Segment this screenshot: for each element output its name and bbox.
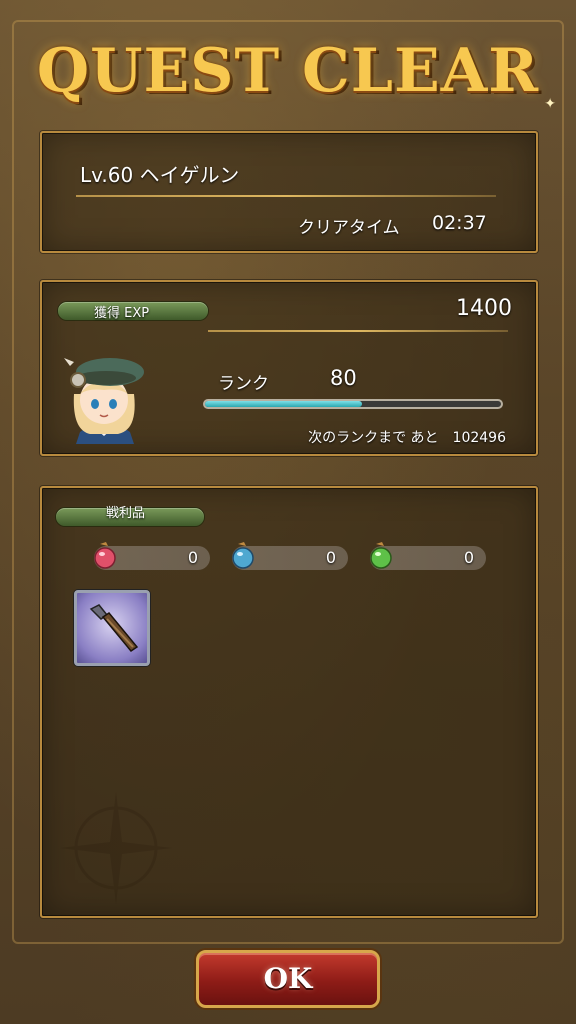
divider	[208, 330, 508, 332]
rank-label: ランク	[218, 374, 269, 394]
exp-panel: 獲得 EXP 1400 ランク 80 次のランクまで あと 102496	[40, 280, 538, 456]
loot-label: 戦利品	[106, 506, 146, 521]
clear-time-label: クリアタイム	[298, 218, 400, 238]
red-gem-count: 0	[187, 548, 198, 567]
rank-value: 80	[330, 366, 357, 390]
rank-progress-bar	[203, 399, 503, 409]
sparkle-icon: ✦	[544, 96, 556, 112]
loot-panel: 戦利品 0 0 0	[40, 486, 538, 918]
green-gem-icon	[370, 542, 392, 569]
rank-progress-fill	[205, 401, 362, 407]
exp-label: 獲得 EXP	[94, 306, 150, 321]
clear-time-value: 02:37	[432, 212, 487, 234]
dagger-icon	[89, 604, 139, 653]
ok-button[interactable]: OK	[196, 950, 380, 1008]
quest-name: Lv.60 ヘイゲルン	[80, 163, 240, 187]
compass-icon	[60, 792, 172, 904]
next-rank-text: 次のランクまで あと 102496	[308, 430, 506, 446]
red-gem-icon	[94, 542, 116, 569]
loot-item-slot[interactable]	[74, 590, 150, 666]
quest-info-panel: Lv.60 ヘイゲルン クリアタイム 02:37	[40, 131, 538, 253]
page-title: QUEST CLEAR	[36, 36, 540, 106]
exp-value: 1400	[456, 296, 512, 321]
blue-gem-count: 0	[325, 548, 336, 567]
blue-gem-icon	[232, 542, 254, 569]
divider	[76, 195, 496, 197]
green-gem-count: 0	[463, 548, 474, 567]
character-avatar	[64, 358, 144, 444]
